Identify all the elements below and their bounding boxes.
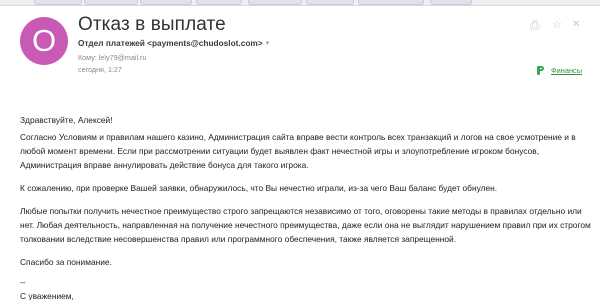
label-text[interactable]: Финансы bbox=[551, 66, 582, 75]
toolbar-button[interactable] bbox=[306, 0, 354, 5]
sender[interactable]: Отдел платежей <payments@chudoslot.com> ▾ bbox=[78, 38, 269, 48]
body-paragraph: Согласно Условиям и правилам нашего кази… bbox=[20, 132, 576, 170]
regards-line: С уважением, bbox=[20, 291, 74, 300]
label-icon bbox=[536, 65, 545, 75]
message-actions: ⎙ ☆ ✕ bbox=[530, 18, 590, 32]
close-icon[interactable]: ✕ bbox=[572, 18, 580, 32]
toolbar-button[interactable] bbox=[140, 0, 192, 5]
body-paragraph: Любые попытки получить нечестное преимущ… bbox=[20, 206, 591, 244]
avatar[interactable]: О bbox=[20, 17, 68, 65]
message-date: сегодня, 1:27 bbox=[78, 65, 122, 74]
toolbar-button[interactable] bbox=[196, 0, 242, 5]
toolbar-button[interactable] bbox=[84, 0, 138, 5]
message-subject: Отказ в выплате bbox=[78, 14, 226, 35]
toolbar-button[interactable] bbox=[248, 0, 302, 5]
toolbar bbox=[0, 0, 600, 6]
email-view: О Отказ в выплате Отдел платежей <paymen… bbox=[0, 0, 600, 300]
toolbar-button[interactable] bbox=[358, 0, 424, 5]
toolbar-button[interactable] bbox=[430, 0, 472, 5]
signature-separator: -- bbox=[20, 277, 26, 287]
avatar-letter: О bbox=[31, 22, 57, 58]
print-icon[interactable]: ⎙ bbox=[530, 18, 540, 32]
greeting: Здравствуйте, Алексей! bbox=[20, 115, 113, 125]
toolbar-button[interactable] bbox=[34, 0, 82, 5]
recipient: Кому: lely79@mail.ru bbox=[78, 53, 147, 62]
thanks-line: Спасибо за понимание. bbox=[20, 257, 112, 267]
star-icon[interactable]: ☆ bbox=[552, 18, 562, 32]
chevron-down-icon[interactable]: ▾ bbox=[266, 39, 270, 47]
body-paragraph: К сожалению, при проверке Вашей заявки, … bbox=[20, 183, 498, 193]
label-finance[interactable]: Финансы bbox=[536, 64, 582, 76]
sender-address[interactable]: Отдел платежей <payments@chudoslot.com> bbox=[78, 38, 263, 48]
